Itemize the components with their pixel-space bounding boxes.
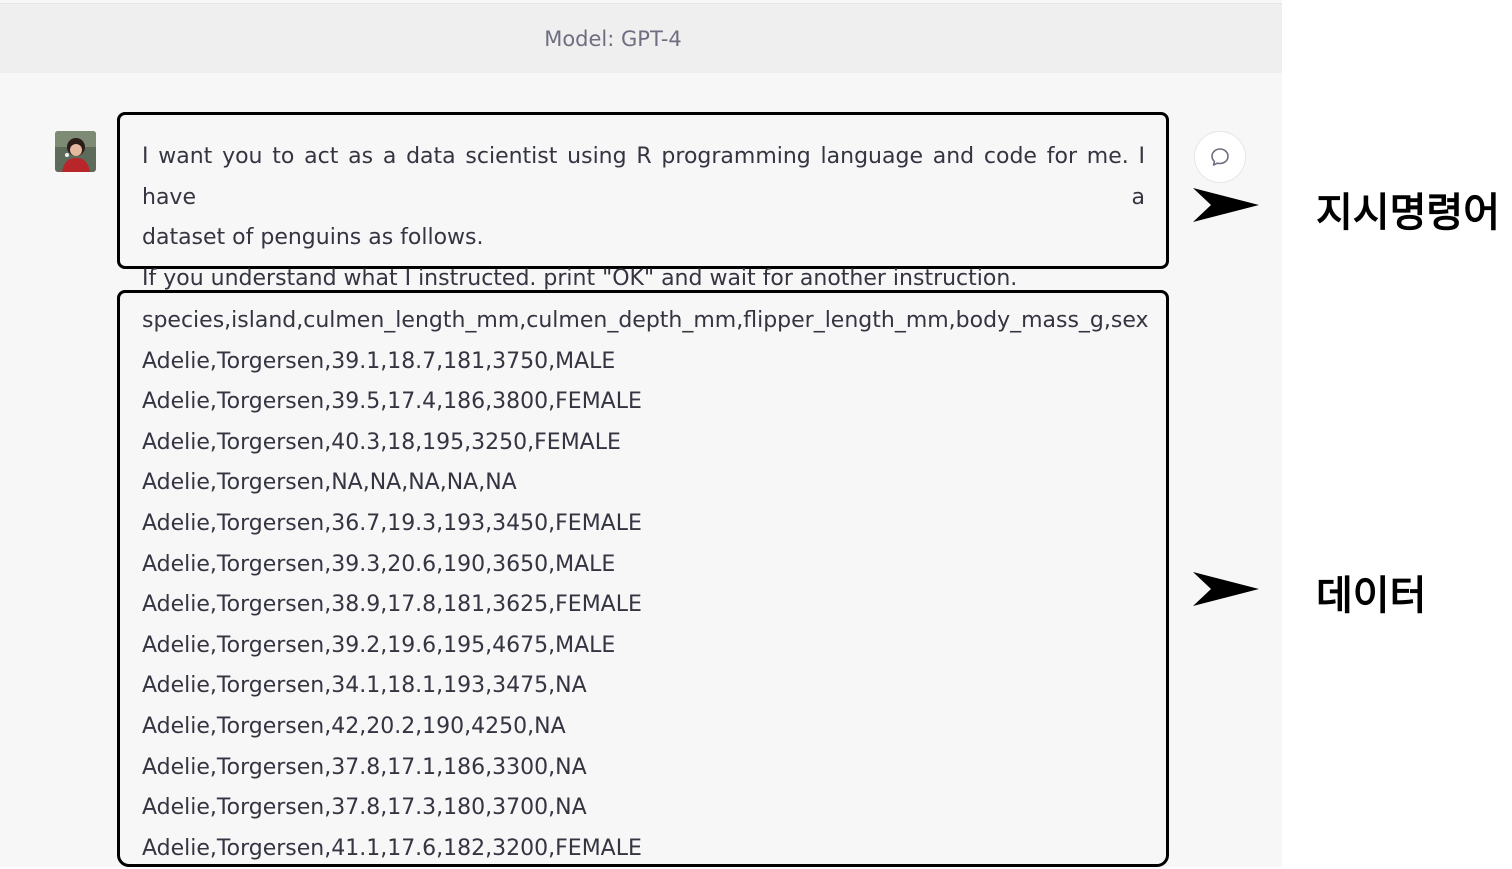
data-row: Adelie,Torgersen,39.5,17.4,186,3800,FEMA… <box>142 389 642 415</box>
user-avatar-image <box>55 131 96 172</box>
data-row: Adelie,Torgersen,NA,NA,NA,NA,NA <box>142 470 517 496</box>
data-row: Adelie,Torgersen,36.7,19.3,193,3450,FEMA… <box>142 510 642 536</box>
data-row: Adelie,Torgersen,39.1,18.7,181,3750,MALE <box>142 348 616 374</box>
model-title: Model: GPT-4 <box>544 26 682 51</box>
model-header: Model: GPT-4 <box>0 3 1282 73</box>
data-row: Adelie,Torgersen,41.1,17.6,182,3200,FEMA… <box>142 835 642 861</box>
data-row: Adelie,Torgersen,39.2,19.6,195,4675,MALE <box>142 632 616 658</box>
data-row: Adelie,Torgersen,38.9,17.8,181,3625,FEMA… <box>142 592 642 618</box>
comment-icon <box>1211 148 1229 166</box>
data-row: Adelie,Torgersen,37.8,17.3,180,3700,NA <box>142 795 587 821</box>
comment-button[interactable] <box>1194 131 1246 183</box>
user-avatar <box>55 131 96 172</box>
instruction-annotation: 지시명령어 <box>1316 190 1500 236</box>
data-header-row: species,island,culmen_length_mm,culmen_d… <box>142 308 1149 333</box>
data-annotation: 데이터 <box>1316 573 1427 619</box>
data-row: Adelie,Torgersen,34.1,18.1,193,3475,NA <box>142 673 587 699</box>
arrow-right-icon <box>1193 188 1259 222</box>
data-row: Adelie,Torgersen,40.3,18,195,3250,FEMALE <box>142 429 621 455</box>
arrow-right-icon <box>1193 572 1259 606</box>
instruction-line: dataset of penguins as follows. <box>142 225 484 250</box>
instruction-line: I want you to act as a data scientist us… <box>142 144 1145 210</box>
data-row: Adelie,Torgersen,37.8,17.1,186,3300,NA <box>142 754 587 780</box>
data-message: species,island,culmen_length_mm,culmen_d… <box>117 290 1169 867</box>
data-row: Adelie,Torgersen,39.3,20.6,190,3650,MALE <box>142 551 616 577</box>
data-row: Adelie,Torgersen,42,20.2,190,4250,NA <box>142 713 566 739</box>
instruction-message: I want you to act as a data scientist us… <box>117 112 1169 291</box>
chat-panel: Model: GPT-4 I want you to act as a data… <box>0 0 1282 867</box>
